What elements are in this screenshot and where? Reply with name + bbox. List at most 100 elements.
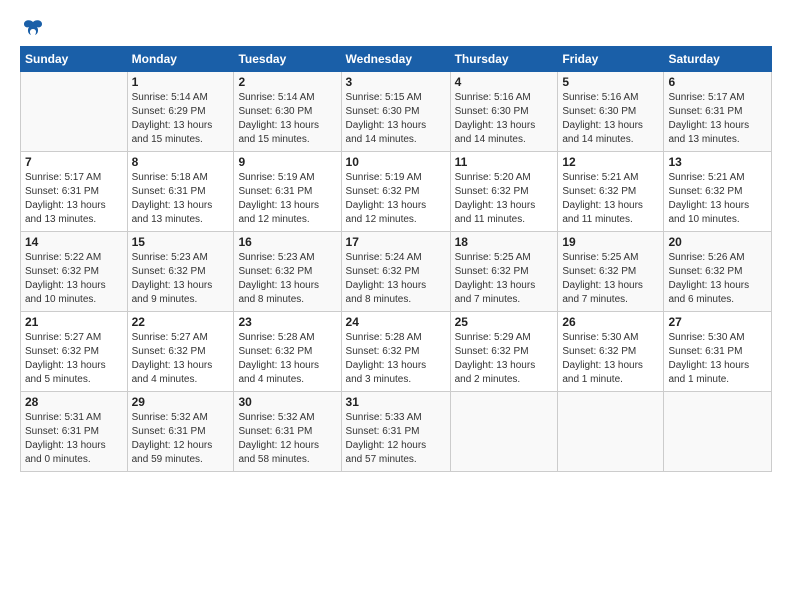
calendar-cell: 29 Sunrise: 5:32 AM Sunset: 6:31 PM Dayli… <box>127 392 234 472</box>
calendar-cell: 4Sunrise: 5:16 AM Sunset: 6:30 PM Daylig… <box>450 72 558 152</box>
col-friday: Friday <box>558 47 664 72</box>
calendar-week-row: 28 Sunrise: 5:31 AM Sunset: 6:31 PM Dayli… <box>21 392 772 472</box>
header <box>20 18 772 40</box>
day-info: Sunrise: 5:25 AM Sunset: 6:32 PM Dayligh… <box>562 251 659 307</box>
day-number: 25 <box>455 315 554 329</box>
calendar-table: Sunday Monday Tuesday Wednesday Thursday… <box>20 46 772 472</box>
calendar-cell: 18 Sunrise: 5:25 AM Sunset: 6:32 PM Dayli… <box>450 232 558 312</box>
calendar-cell: 5 Sunrise: 5:16 AM Sunset: 6:30 PM Daylig… <box>558 72 664 152</box>
calendar-cell: 13Sunrise: 5:21 AM Sunset: 6:32 PM Dayli… <box>664 152 772 232</box>
calendar-cell: 21 Sunrise: 5:27 AM Sunset: 6:32 PM Dayli… <box>21 312 128 392</box>
calendar-week-row: 21 Sunrise: 5:27 AM Sunset: 6:32 PM Dayli… <box>21 312 772 392</box>
day-info: Sunrise: 5:29 AM Sunset: 6:32 PM Dayligh… <box>455 331 554 387</box>
day-number: 4 <box>455 75 554 89</box>
calendar-cell: 26Sunrise: 5:30 AM Sunset: 6:32 PM Dayli… <box>558 312 664 392</box>
day-info: Sunrise: 5:28 AM Sunset: 6:32 PM Dayligh… <box>346 331 446 387</box>
col-saturday: Saturday <box>664 47 772 72</box>
calendar-cell: 24Sunrise: 5:28 AM Sunset: 6:32 PM Dayli… <box>341 312 450 392</box>
day-info: Sunrise: 5:14 AM Sunset: 6:29 PM Dayligh… <box>132 91 230 147</box>
day-number: 23 <box>238 315 336 329</box>
day-info: Sunrise: 5:20 AM Sunset: 6:32 PM Dayligh… <box>455 171 554 227</box>
day-number: 8 <box>132 155 230 169</box>
day-info: Sunrise: 5:18 AM Sunset: 6:31 PM Dayligh… <box>132 171 230 227</box>
day-number: 9 <box>238 155 336 169</box>
calendar-cell: 28 Sunrise: 5:31 AM Sunset: 6:31 PM Dayli… <box>21 392 128 472</box>
day-info: Sunrise: 5:17 AM Sunset: 6:31 PM Dayligh… <box>668 91 767 147</box>
col-tuesday: Tuesday <box>234 47 341 72</box>
day-info: Sunrise: 5:15 AM Sunset: 6:30 PM Dayligh… <box>346 91 446 147</box>
day-number: 11 <box>455 155 554 169</box>
day-number: 7 <box>25 155 123 169</box>
day-info: Sunrise: 5:27 AM Sunset: 6:32 PM Dayligh… <box>132 331 230 387</box>
day-info: Sunrise: 5:26 AM Sunset: 6:32 PM Dayligh… <box>668 251 767 307</box>
calendar-cell: 1 Sunrise: 5:14 AM Sunset: 6:29 PM Daylig… <box>127 72 234 152</box>
calendar-cell: 20 Sunrise: 5:26 AM Sunset: 6:32 PM Dayli… <box>664 232 772 312</box>
col-monday: Monday <box>127 47 234 72</box>
day-info: Sunrise: 5:32 AM Sunset: 6:31 PM Dayligh… <box>238 411 336 467</box>
calendar-cell <box>558 392 664 472</box>
day-number: 29 <box>132 395 230 409</box>
calendar-cell: 17 Sunrise: 5:24 AM Sunset: 6:32 PM Dayli… <box>341 232 450 312</box>
calendar-cell: 30 Sunrise: 5:32 AM Sunset: 6:31 PM Dayli… <box>234 392 341 472</box>
day-info: Sunrise: 5:19 AM Sunset: 6:32 PM Dayligh… <box>346 171 446 227</box>
day-number: 14 <box>25 235 123 249</box>
logo-bird-icon <box>22 18 44 40</box>
calendar-cell: 7 Sunrise: 5:17 AM Sunset: 6:31 PM Daylig… <box>21 152 128 232</box>
day-info: Sunrise: 5:14 AM Sunset: 6:30 PM Dayligh… <box>238 91 336 147</box>
day-number: 2 <box>238 75 336 89</box>
day-info: Sunrise: 5:25 AM Sunset: 6:32 PM Dayligh… <box>455 251 554 307</box>
day-info: Sunrise: 5:24 AM Sunset: 6:32 PM Dayligh… <box>346 251 446 307</box>
day-info: Sunrise: 5:31 AM Sunset: 6:31 PM Dayligh… <box>25 411 123 467</box>
calendar-cell: 3 Sunrise: 5:15 AM Sunset: 6:30 PM Daylig… <box>341 72 450 152</box>
day-info: Sunrise: 5:33 AM Sunset: 6:31 PM Dayligh… <box>346 411 446 467</box>
day-info: Sunrise: 5:32 AM Sunset: 6:31 PM Dayligh… <box>132 411 230 467</box>
col-sunday: Sunday <box>21 47 128 72</box>
col-thursday: Thursday <box>450 47 558 72</box>
day-number: 18 <box>455 235 554 249</box>
day-number: 21 <box>25 315 123 329</box>
calendar-cell: 31 Sunrise: 5:33 AM Sunset: 6:31 PM Dayli… <box>341 392 450 472</box>
day-number: 3 <box>346 75 446 89</box>
day-number: 17 <box>346 235 446 249</box>
day-number: 15 <box>132 235 230 249</box>
day-number: 10 <box>346 155 446 169</box>
day-info: Sunrise: 5:16 AM Sunset: 6:30 PM Dayligh… <box>562 91 659 147</box>
calendar-cell: 10 Sunrise: 5:19 AM Sunset: 6:32 PM Dayli… <box>341 152 450 232</box>
calendar-cell: 6 Sunrise: 5:17 AM Sunset: 6:31 PM Daylig… <box>664 72 772 152</box>
calendar-cell <box>450 392 558 472</box>
day-info: Sunrise: 5:30 AM Sunset: 6:32 PM Dayligh… <box>562 331 659 387</box>
calendar-cell: 22 Sunrise: 5:27 AM Sunset: 6:32 PM Dayli… <box>127 312 234 392</box>
page: Sunday Monday Tuesday Wednesday Thursday… <box>0 0 792 482</box>
day-number: 31 <box>346 395 446 409</box>
calendar-cell: 11 Sunrise: 5:20 AM Sunset: 6:32 PM Dayli… <box>450 152 558 232</box>
day-number: 30 <box>238 395 336 409</box>
calendar-cell: 12Sunrise: 5:21 AM Sunset: 6:32 PM Dayli… <box>558 152 664 232</box>
day-info: Sunrise: 5:21 AM Sunset: 6:32 PM Dayligh… <box>562 171 659 227</box>
calendar-cell: 25 Sunrise: 5:29 AM Sunset: 6:32 PM Dayli… <box>450 312 558 392</box>
calendar-header-row: Sunday Monday Tuesday Wednesday Thursday… <box>21 47 772 72</box>
calendar-week-row: 1 Sunrise: 5:14 AM Sunset: 6:29 PM Daylig… <box>21 72 772 152</box>
col-wednesday: Wednesday <box>341 47 450 72</box>
day-info: Sunrise: 5:23 AM Sunset: 6:32 PM Dayligh… <box>238 251 336 307</box>
calendar-cell: 9Sunrise: 5:19 AM Sunset: 6:31 PM Daylig… <box>234 152 341 232</box>
day-number: 1 <box>132 75 230 89</box>
day-number: 27 <box>668 315 767 329</box>
day-info: Sunrise: 5:27 AM Sunset: 6:32 PM Dayligh… <box>25 331 123 387</box>
calendar-cell <box>664 392 772 472</box>
day-number: 22 <box>132 315 230 329</box>
day-number: 28 <box>25 395 123 409</box>
calendar-cell <box>21 72 128 152</box>
day-number: 19 <box>562 235 659 249</box>
day-info: Sunrise: 5:17 AM Sunset: 6:31 PM Dayligh… <box>25 171 123 227</box>
calendar-cell: 15Sunrise: 5:23 AM Sunset: 6:32 PM Dayli… <box>127 232 234 312</box>
day-number: 20 <box>668 235 767 249</box>
calendar-cell: 8 Sunrise: 5:18 AM Sunset: 6:31 PM Daylig… <box>127 152 234 232</box>
day-info: Sunrise: 5:30 AM Sunset: 6:31 PM Dayligh… <box>668 331 767 387</box>
day-number: 16 <box>238 235 336 249</box>
calendar-cell: 14Sunrise: 5:22 AM Sunset: 6:32 PM Dayli… <box>21 232 128 312</box>
day-info: Sunrise: 5:21 AM Sunset: 6:32 PM Dayligh… <box>668 171 767 227</box>
calendar-week-row: 14Sunrise: 5:22 AM Sunset: 6:32 PM Dayli… <box>21 232 772 312</box>
calendar-cell: 23Sunrise: 5:28 AM Sunset: 6:32 PM Dayli… <box>234 312 341 392</box>
day-number: 6 <box>668 75 767 89</box>
day-number: 5 <box>562 75 659 89</box>
